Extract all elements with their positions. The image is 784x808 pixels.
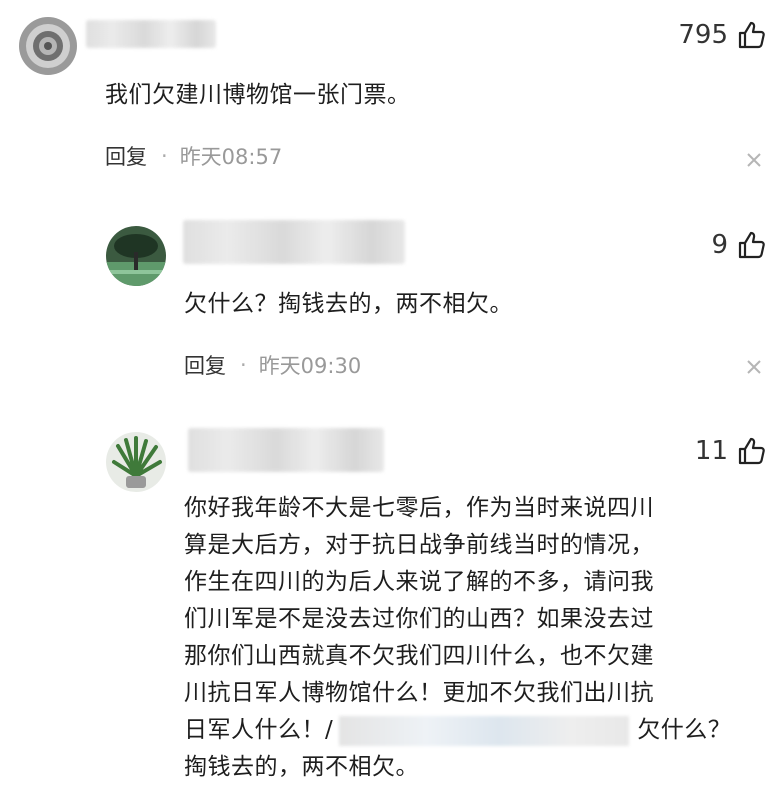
mention-redacted[interactable] bbox=[339, 715, 630, 746]
timestamp: 昨天08:57 bbox=[179, 145, 283, 169]
comment-line: 你好我年龄不大是七零后，作为当时来说四川 bbox=[184, 495, 654, 521]
avatar[interactable] bbox=[106, 432, 166, 492]
username-redacted[interactable] bbox=[183, 220, 405, 264]
like-count[interactable]: 9 bbox=[711, 230, 766, 260]
username-redacted[interactable] bbox=[86, 20, 216, 48]
comment-meta: 回复 · 昨天08:57 bbox=[105, 141, 282, 171]
avatar[interactable] bbox=[106, 226, 166, 286]
like-count-value: 11 bbox=[694, 436, 728, 466]
comment-line: 们川军是不是没去过你们的山西？如果没去过 bbox=[184, 606, 654, 632]
timestamp: 昨天09:30 bbox=[258, 354, 362, 378]
comment-meta: 回复 · 昨天09:30 bbox=[184, 350, 361, 380]
separator-dot: · bbox=[240, 353, 247, 377]
comment-line: 掏钱去的，两不相欠。 bbox=[184, 754, 419, 780]
comment-line: 作生在四川的为后人来说了解的不多，请问我 bbox=[184, 569, 654, 595]
separator-dot: · bbox=[161, 144, 168, 168]
thumbs-up-icon[interactable] bbox=[736, 436, 766, 466]
comment-line: 日军人什么！/ 欠什么？ bbox=[184, 712, 731, 749]
username-redacted[interactable] bbox=[188, 428, 384, 472]
comment-text: 你好我年龄不大是七零后，作为当时来说四川 算是大后方，对于抗日战争前线当时的情况… bbox=[184, 490, 731, 786]
comment-line: 那你们山西就真不欠我们四川什么，也不欠建 bbox=[184, 643, 654, 669]
comment-line: 川抗日军人博物馆什么！更加不欠我们出川抗 bbox=[184, 680, 654, 706]
reply-button[interactable]: 回复 bbox=[184, 350, 226, 380]
comment-text: 欠什么？掏钱去的，两不相欠。 bbox=[184, 291, 513, 317]
like-count-value: 9 bbox=[711, 230, 728, 260]
thumbs-up-icon[interactable] bbox=[736, 20, 766, 50]
like-count[interactable]: 795 bbox=[678, 20, 766, 50]
comment-line: 算是大后方，对于抗日战争前线当时的情况， bbox=[184, 532, 654, 558]
comment-line-prefix: 日军人什么！/ bbox=[184, 717, 334, 743]
like-count-value: 795 bbox=[678, 20, 728, 50]
like-count[interactable]: 11 bbox=[695, 436, 766, 466]
thumbs-up-icon[interactable] bbox=[736, 230, 766, 260]
close-icon[interactable] bbox=[745, 358, 763, 376]
reply-button[interactable]: 回复 bbox=[105, 141, 147, 171]
comment-line-suffix: 欠什么？ bbox=[637, 717, 732, 743]
comment-text: 我们欠建川博物馆一张门票。 bbox=[105, 82, 411, 108]
close-icon[interactable] bbox=[745, 151, 763, 169]
avatar[interactable] bbox=[19, 17, 77, 75]
